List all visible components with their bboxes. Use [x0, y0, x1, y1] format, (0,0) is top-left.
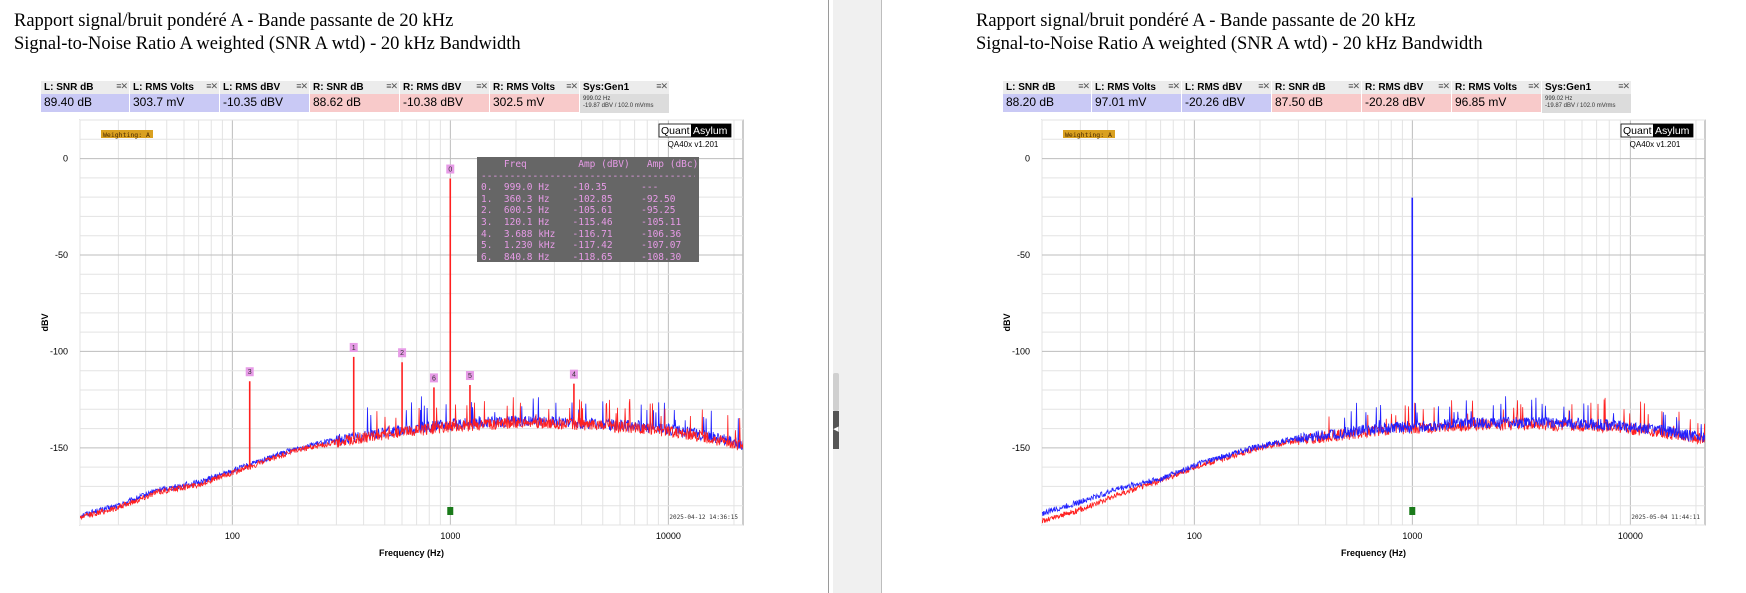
analyzer-panel-left: Rapport signal/bruit pondéré A - Bande p…: [0, 0, 828, 593]
generator-marker[interactable]: [1409, 507, 1416, 515]
generator-marker[interactable]: [447, 507, 454, 515]
peak-table-row: 1. 360.3 Hz -102.85 -92.50: [481, 193, 676, 205]
brand-logo-right: Asylum: [1655, 125, 1690, 137]
y-tick-label: -50: [1017, 250, 1030, 260]
y-tick-label: -50: [55, 250, 68, 260]
peak-label: 4: [572, 372, 576, 379]
peak-label: 6: [432, 375, 436, 382]
y-tick-label: 0: [63, 154, 68, 164]
peak-table-row: 4. 3.688 kHz -116.71 -106.36: [481, 228, 682, 240]
y-tick-label: -100: [1012, 346, 1030, 356]
peak-table-row: 2. 600.5 Hz -105.61 -95.25: [481, 205, 676, 217]
spectrum-chart[interactable]: 100 1000 10000 0 -50 -100 -150 Frequency (Hz) dB…: [962, 0, 1746, 593]
y-tick-label: -150: [50, 443, 68, 453]
x-tick-label: 1000: [440, 531, 460, 541]
plot-area: [1041, 119, 1706, 526]
x-tick-label: 1000: [1402, 531, 1422, 541]
peak-label: 3: [248, 369, 252, 376]
peak-table-row: 3. 120.1 Hz -115.46 -105.11: [481, 216, 682, 228]
brand-logo-left: Quant: [661, 125, 690, 137]
divider-gutter[interactable]: ◀: [833, 0, 882, 593]
panel-divider: ◀: [828, 0, 962, 593]
x-axis-label: Frequency (Hz): [1341, 548, 1406, 558]
timestamp: 2025-05-04 11:44:11: [1631, 514, 1700, 521]
splitter-handle[interactable]: [833, 373, 839, 411]
x-axis-label: Frequency (Hz): [379, 548, 444, 558]
collapse-arrow-icon[interactable]: ◀: [833, 411, 839, 449]
peak-table-row: 0. 999.0 Hz -10.35 ---: [481, 182, 659, 194]
analyzer-panel-right: Rapport signal/bruit pondéré A - Bande p…: [962, 0, 1746, 593]
y-tick-label: -150: [1012, 443, 1030, 453]
peak-table-header: Freq Amp (dBV) Amp (dBc): [481, 159, 699, 170]
weighting-label: Weighting: A: [103, 131, 150, 139]
y-tick-label: -100: [50, 346, 68, 356]
x-tick-label: 10000: [656, 531, 681, 541]
spectrum-chart[interactable]: 100 1000 10000 0 -50 -100 -150 Frequency (Hz) dB…: [0, 0, 784, 593]
peak-label: 0: [448, 167, 452, 174]
brand-logo-left: Quant: [1623, 125, 1652, 137]
peak-label: 5: [468, 373, 472, 380]
y-axis-label: dBV: [40, 314, 50, 332]
timestamp: 2025-04-12 14:36:15: [669, 514, 738, 521]
peak-label: 2: [400, 350, 404, 357]
x-tick-label: 100: [1187, 531, 1202, 541]
peak-table: Freq Amp (dBV) Amp (dBc) ----------------…: [477, 157, 699, 263]
peak-label: 1: [352, 345, 356, 352]
brand-logo-right: Asylum: [693, 125, 728, 137]
weighting-label: Weighting: A: [1065, 131, 1112, 139]
x-tick-label: 100: [225, 531, 240, 541]
x-tick-label: 10000: [1618, 531, 1643, 541]
y-tick-label: 0: [1025, 154, 1030, 164]
peak-table-row: 6. 840.8 Hz -118.65 -108.30: [481, 251, 682, 263]
version-label: QA40x v1.201: [1630, 140, 1681, 149]
version-label: QA40x v1.201: [668, 140, 719, 149]
peak-table-divider: --------------------------------------: [481, 170, 695, 182]
divider-line: [828, 0, 829, 593]
y-axis-label: dBV: [1002, 314, 1012, 332]
peak-table-row: 5. 1.230 kHz -117.42 -107.07: [481, 240, 682, 252]
